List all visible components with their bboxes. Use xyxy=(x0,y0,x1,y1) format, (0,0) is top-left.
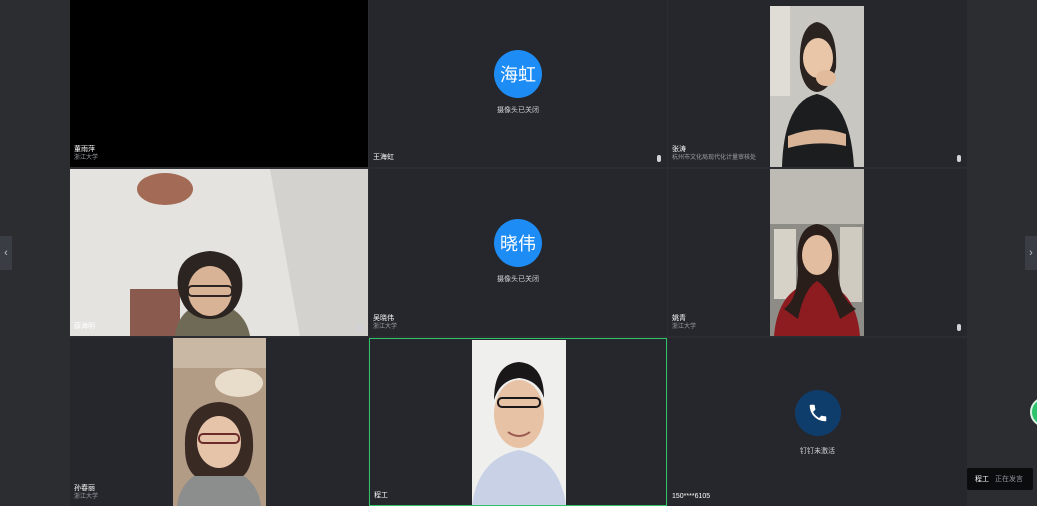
chevron-right-icon: › xyxy=(1029,247,1033,259)
avatar: 晓伟 xyxy=(494,219,542,267)
participant-org: 杭州市文化局现代化计量审核处 xyxy=(672,155,757,161)
participant-name: 薛海明 xyxy=(74,323,95,330)
participant-tile[interactable]: 薛海明 xyxy=(70,169,368,336)
participant-name: 吴晓伟 浙江大学 xyxy=(373,315,398,330)
participant-org: 浙江大学 xyxy=(672,324,697,330)
speaker-name: 程工 xyxy=(975,476,989,483)
video-grid: 董雨萍 浙江大学 海虹 摄像头已关闭 王海虹 张涛 杭州市文化局现代化计量审核处 xyxy=(70,0,967,506)
video-feed xyxy=(770,169,864,336)
camera-status: 摄像头已关闭 xyxy=(497,107,539,114)
floating-action-button[interactable] xyxy=(1030,397,1037,427)
participant-tile[interactable]: 钉钉未激活 150****6105 xyxy=(668,338,967,506)
microphone-icon xyxy=(358,324,362,331)
participant-org: 浙江大学 xyxy=(74,155,99,161)
participant-name: 孙春丽 浙江大学 xyxy=(74,485,99,500)
participant-tile[interactable]: 孙春丽 浙江大学 xyxy=(70,338,368,506)
speaker-status: 正在发言 xyxy=(995,476,1023,483)
video-feed xyxy=(472,340,566,505)
dingtalk-status: 钉钉未激活 xyxy=(800,448,835,455)
participant-tile[interactable]: 张涛 杭州市文化局现代化计量审核处 xyxy=(668,0,967,167)
microphone-icon xyxy=(657,155,661,162)
participant-tile[interactable]: 晓伟 摄像头已关闭 吴晓伟 浙江大学 xyxy=(369,169,667,336)
participant-name: 150****6105 xyxy=(672,493,711,500)
participant-org: 浙江大学 xyxy=(373,324,398,330)
microphone-icon xyxy=(957,155,961,162)
participant-name: 姚青 浙江大学 xyxy=(672,315,697,330)
video-feed xyxy=(173,338,266,506)
participant-org: 浙江大学 xyxy=(74,494,99,500)
next-page-button[interactable]: › xyxy=(1025,236,1037,270)
chevron-left-icon: ‹ xyxy=(4,247,8,259)
participant-tile[interactable]: 姚青 浙江大学 xyxy=(668,169,967,336)
video-feed xyxy=(70,169,368,336)
participant-name: 王海虹 xyxy=(373,154,394,161)
participant-tile[interactable]: 海虹 摄像头已关闭 王海虹 xyxy=(369,0,667,167)
participant-name: 张涛 杭州市文化局现代化计量审核处 xyxy=(672,146,757,161)
participant-tile-active[interactable]: 程工 xyxy=(369,338,667,506)
microphone-icon xyxy=(957,324,961,331)
video-feed xyxy=(770,6,864,167)
avatar: 海虹 xyxy=(494,50,542,98)
participant-name: 程工 xyxy=(374,492,388,499)
phone-icon xyxy=(794,390,841,436)
speaking-indicator: 程工 正在发言 xyxy=(967,468,1033,490)
participant-name: 董雨萍 浙江大学 xyxy=(74,146,99,161)
camera-status: 摄像头已关闭 xyxy=(497,276,539,283)
participant-tile[interactable]: 董雨萍 浙江大学 xyxy=(70,0,368,167)
prev-page-button[interactable]: ‹ xyxy=(0,236,12,270)
